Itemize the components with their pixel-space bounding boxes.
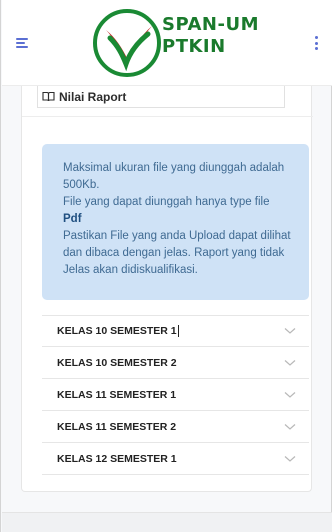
accordion-item-label: KELAS 12 SEMESTER 1 (57, 452, 177, 465)
raport-card: Nilai Raport Maksimal ukuran file yang d… (21, 86, 313, 492)
accordion-item-label: KELAS 10 SEMESTER 2 (57, 356, 177, 369)
brand-mask (210, 54, 272, 74)
brand-line-1: SPAN-UM (162, 14, 259, 35)
divider (22, 116, 313, 117)
semester-accordion: KELAS 10 SEMESTER 1 KELAS 10 SEMESTER 2 … (42, 315, 309, 475)
chevron-down-icon (284, 391, 296, 398)
tab-label: Nilai Raport (59, 89, 127, 104)
accordion-item-kelas-11-semester-1[interactable]: KELAS 11 SEMESTER 1 (42, 379, 309, 411)
book-icon (42, 91, 55, 102)
chevron-down-icon (284, 328, 296, 334)
tab-nilai-raport[interactable]: Nilai Raport (37, 86, 285, 108)
alert-line-size: Maksimal ukuran file yang diunggah adala… (63, 162, 285, 191)
kebab-menu-icon[interactable] (314, 36, 318, 50)
app-frame: SPAN-UM PTKIN Nilai Raport Maksimal ukur… (0, 0, 332, 532)
accordion-item-kelas-12-semester-1[interactable]: KELAS 12 SEMESTER 1 (42, 443, 309, 475)
alert-line-pdf: Pdf (63, 213, 82, 225)
alert-line-clarity: Pastikan File yang anda Upload dapat dil… (63, 230, 291, 276)
chevron-down-icon (284, 423, 296, 430)
top-navbar: SPAN-UM PTKIN (2, 0, 332, 86)
span-um-ptkin-logo (93, 9, 161, 77)
alert-line-type: File yang dapat diunggah hanya type file (63, 196, 270, 208)
accordion-item-kelas-10-semester-2[interactable]: KELAS 10 SEMESTER 2 (42, 347, 309, 379)
upload-info-alert: Maksimal ukuran file yang diunggah adala… (42, 144, 309, 300)
accordion-item-label: KELAS 11 SEMESTER 2 (57, 420, 177, 433)
text-cursor (177, 325, 179, 337)
accordion-item-kelas-11-semester-2[interactable]: KELAS 11 SEMESTER 2 (42, 411, 309, 443)
chevron-down-icon (284, 359, 296, 366)
accordion-item-label: KELAS 11 SEMESTER 1 (57, 388, 177, 401)
chevron-down-icon (284, 455, 296, 462)
hamburger-icon[interactable] (16, 38, 28, 48)
accordion-item-kelas-10-semester-1[interactable]: KELAS 10 SEMESTER 1 (42, 315, 309, 347)
accordion-item-label: KELAS 10 SEMESTER 1 (57, 325, 177, 337)
footer-band (2, 512, 332, 532)
